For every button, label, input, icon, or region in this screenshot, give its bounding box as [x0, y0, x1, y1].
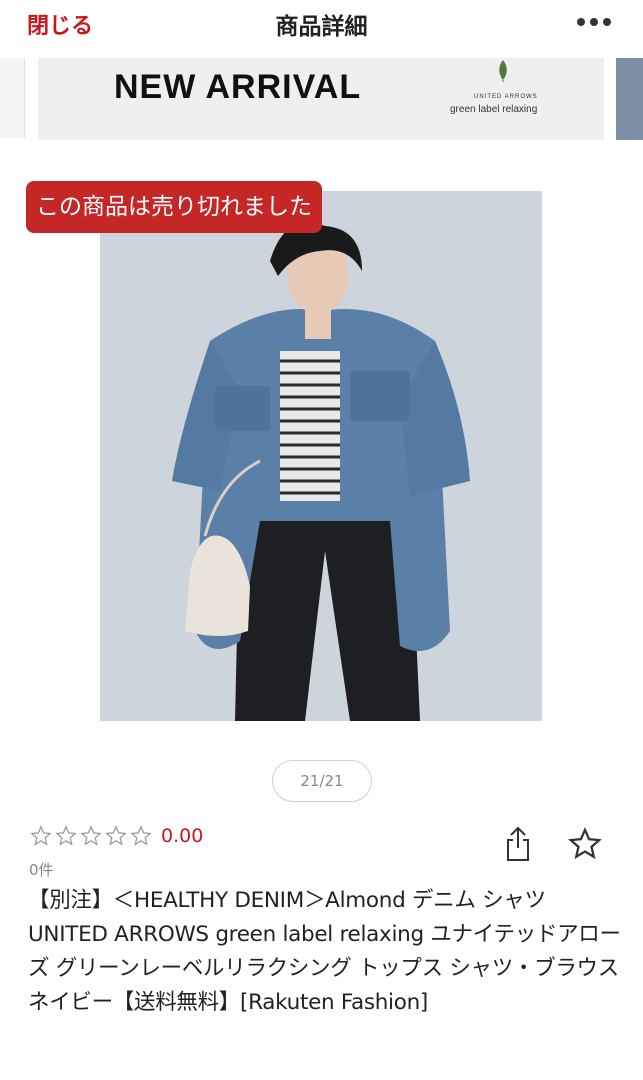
soldout-badge: この商品は売り切れました	[26, 181, 322, 233]
product-image[interactable]	[100, 191, 542, 721]
more-options-icon[interactable]	[577, 14, 613, 30]
more-dot	[603, 18, 611, 26]
banner-prev-slide[interactable]	[0, 58, 25, 138]
banner-headline: NEW ARRIVAL	[114, 68, 362, 106]
review-count[interactable]: 0件	[29, 859, 54, 880]
banner-brand-name: green label relaxing	[450, 104, 538, 115]
star-outline-icon	[80, 825, 102, 846]
star-outline-icon	[55, 825, 77, 846]
more-dot	[577, 18, 585, 26]
star-outline-icon	[30, 825, 52, 846]
leaf-logo-icon	[499, 60, 507, 82]
rating-row[interactable]: 0.00	[30, 825, 203, 847]
more-dot	[590, 18, 598, 26]
star-outline-icon	[130, 825, 152, 846]
banner-slide[interactable]: NEW ARRIVAL UNITED ARROWS green label re…	[38, 58, 604, 140]
banner-brand-small: UNITED ARROWS	[474, 94, 538, 100]
page-title: 商品詳細	[275, 14, 368, 40]
share-icon[interactable]	[505, 826, 531, 862]
rating-value: 0.00	[161, 825, 204, 847]
star-outline-icon	[105, 825, 127, 846]
product-title: 【別注】＜HEALTHY DENIM＞Almond デニム シャツ UNITED…	[28, 888, 621, 1015]
banner-next-slide[interactable]	[616, 58, 643, 140]
product-photo-illustration	[100, 191, 542, 721]
image-pager: 21/21	[272, 760, 372, 802]
favorite-star-icon[interactable]	[568, 827, 602, 861]
app-header: 閉じる 商品詳細	[0, 0, 643, 46]
banner-carousel[interactable]: NEW ARRIVAL UNITED ARROWS green label re…	[0, 58, 643, 142]
